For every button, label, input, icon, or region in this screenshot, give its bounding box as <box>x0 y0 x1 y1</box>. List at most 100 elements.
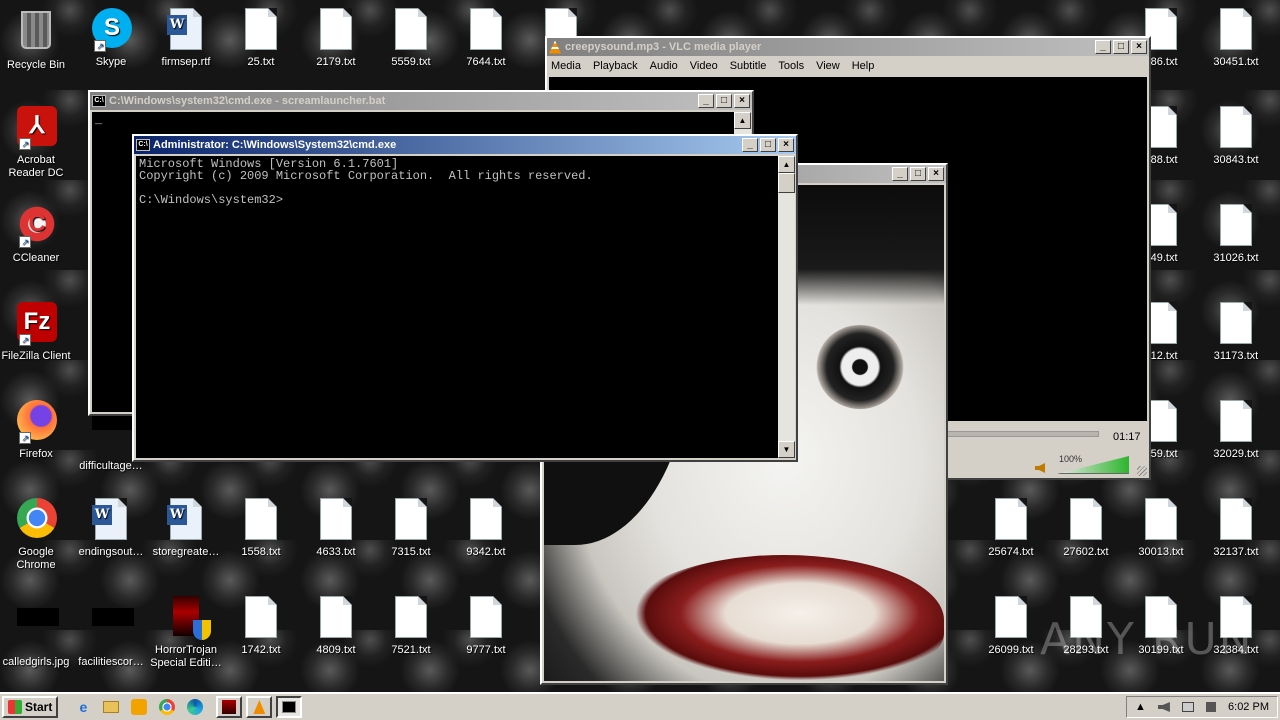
maximize-button[interactable]: □ <box>1113 40 1129 54</box>
desktop-icon-label: Firefox <box>19 448 53 460</box>
tray-expand-icon[interactable]: ▲ <box>1135 701 1146 713</box>
close-button[interactable]: × <box>778 138 794 152</box>
close-button[interactable]: × <box>1131 40 1147 54</box>
menu-playback[interactable]: Playback <box>593 60 638 72</box>
cmd-back-title-bar[interactable]: C:\ C:\Windows\system32\cmd.exe - scream… <box>90 92 752 110</box>
desktop-icon-horrortrojan[interactable]: HorrorTrojan Special Editi… <box>150 596 222 670</box>
desktop-icon-txt[interactable]: 25674.txt <box>975 498 1047 559</box>
desktop-icon-firmsep[interactable]: W firmsep.rtf <box>150 8 222 69</box>
desktop-icon-firefox[interactable]: ↗ Firefox <box>0 400 72 461</box>
windows-flag-icon <box>8 700 22 714</box>
desktop-icon-txt[interactable]: 9342.txt <box>450 498 522 559</box>
desktop-icon-txt[interactable]: 30013.txt <box>1125 498 1197 559</box>
cmd-front-title-bar[interactable]: C:\ Administrator: C:\Windows\System32\c… <box>134 136 796 154</box>
desktop-icon-txt[interactable]: 2179.txt <box>300 8 372 69</box>
desktop-icon-label: Recycle Bin <box>6 59 66 71</box>
media-player-icon[interactable] <box>128 696 150 718</box>
desktop-icon-txt[interactable]: 4809.txt <box>300 596 372 657</box>
desktop-icon-txt[interactable]: 31173.txt <box>1200 302 1272 363</box>
minimize-button[interactable]: _ <box>1095 40 1111 54</box>
desktop-icon-txt[interactable]: 31026.txt <box>1200 204 1272 265</box>
vlc-menu-bar: Media Playback Audio Video Subtitle Tool… <box>547 56 1149 75</box>
cmd-window-administrator[interactable]: C:\ Administrator: C:\Windows\System32\c… <box>132 134 798 462</box>
minimize-button[interactable]: _ <box>698 94 714 108</box>
desktop-icon-recycle-bin[interactable]: Recycle Bin <box>0 8 72 72</box>
menu-view[interactable]: View <box>816 60 840 72</box>
desktop-icon-txt[interactable]: 7644.txt <box>450 8 522 69</box>
vlc-title-bar[interactable]: creepysound.mp3 - VLC media player _ □ × <box>547 38 1149 56</box>
start-label: Start <box>25 700 53 714</box>
menu-subtitle[interactable]: Subtitle <box>730 60 767 72</box>
menu-media[interactable]: Media <box>551 60 581 72</box>
desktop-icon-chrome[interactable]: Google Chrome <box>0 498 72 572</box>
desktop-icon-txt[interactable]: 32029.txt <box>1200 400 1272 461</box>
chrome-taskbar-icon[interactable] <box>156 696 178 718</box>
desktop-icon-facilitiescor[interactable]: facilitiescor… <box>75 596 147 669</box>
desktop-icon-txt[interactable]: 27602.txt <box>1050 498 1122 559</box>
desktop-icon-storegreate[interactable]: W storegreate… <box>150 498 222 559</box>
desktop-icon-label: 7644.txt <box>466 56 506 68</box>
desktop-icon-txt[interactable]: 30843.txt <box>1200 106 1272 167</box>
close-button[interactable]: × <box>928 167 944 181</box>
desktop-icon-txt[interactable]: 5559.txt <box>375 8 447 69</box>
vlc-seek-bar[interactable] <box>947 431 1099 437</box>
taskbar-button-vlc[interactable] <box>246 696 273 718</box>
scroll-down-arrow-icon[interactable]: ▼ <box>778 441 795 458</box>
minimize-button[interactable]: _ <box>742 138 758 152</box>
desktop-icon-txt[interactable]: 26099.txt <box>975 596 1047 657</box>
word-document-icon: W <box>167 8 205 52</box>
file-icon <box>92 608 134 652</box>
resize-grip-icon[interactable] <box>1137 466 1147 476</box>
recycle-bin-icon <box>17 11 55 55</box>
flag-tray-icon[interactable] <box>1205 702 1216 712</box>
desktop-icon-label: Acrobat Reader DC <box>8 154 64 179</box>
desktop-icon-label: HorrorTrojan Special Editi… <box>150 644 222 669</box>
maximize-button[interactable]: □ <box>910 167 926 181</box>
desktop-icon-txt[interactable]: 4633.txt <box>300 498 372 559</box>
menu-video[interactable]: Video <box>690 60 718 72</box>
cmd-front-console[interactable]: Microsoft Windows [Version 6.1.7601] Copy… <box>136 156 778 458</box>
network-icon[interactable] <box>1181 702 1194 712</box>
desktop-icon-txt[interactable]: 1742.txt <box>225 596 297 657</box>
scroll-up-arrow-icon[interactable]: ▲ <box>734 112 751 129</box>
desktop-icon-acrobat[interactable]: ⅄ ↗ Acrobat Reader DC <box>0 106 72 180</box>
scroll-thumb[interactable] <box>778 173 795 193</box>
desktop-icon-txt[interactable]: 1558.txt <box>225 498 297 559</box>
maximize-button[interactable]: □ <box>716 94 732 108</box>
volume-icon[interactable] <box>1157 702 1170 712</box>
taskbar-button-cmd[interactable] <box>276 696 303 718</box>
edge-icon[interactable] <box>184 696 206 718</box>
desktop-icon-calledgirls[interactable]: calledgirls.jpg <box>0 596 72 669</box>
cmd-front-scrollbar[interactable]: ▲ ▼ <box>778 156 795 458</box>
ccleaner-icon: C ↗ <box>17 204 57 248</box>
folder-icon[interactable] <box>100 696 122 718</box>
ie-icon[interactable]: e <box>72 696 94 718</box>
taskbar-button-horrortrojan[interactable] <box>216 696 243 718</box>
desktop-icon-txt[interactable]: 32137.txt <box>1200 498 1272 559</box>
word-document-icon: W <box>92 498 130 542</box>
close-button[interactable]: × <box>734 94 750 108</box>
scroll-up-arrow-icon[interactable]: ▲ <box>778 156 795 173</box>
desktop-icon-txt[interactable]: 30451.txt <box>1200 8 1272 69</box>
desktop-icon-ccleaner[interactable]: C ↗ CCleaner <box>0 204 72 265</box>
maximize-button[interactable]: □ <box>760 138 776 152</box>
desktop-icon-endingsout[interactable]: W endingsout… <box>75 498 147 559</box>
desktop-icon-txt[interactable]: 7521.txt <box>375 596 447 657</box>
desktop-icon-txt[interactable]: 7315.txt <box>375 498 447 559</box>
menu-help[interactable]: Help <box>852 60 875 72</box>
desktop-icon-txt[interactable]: 25.txt <box>225 8 297 69</box>
desktop-icon-label: 7521.txt <box>391 644 431 656</box>
watermark: ANY RUN <box>1040 614 1254 665</box>
menu-audio[interactable]: Audio <box>650 60 678 72</box>
speaker-icon[interactable] <box>1035 463 1045 473</box>
desktop-icon-skype[interactable]: S ↗ Skype <box>75 8 147 69</box>
desktop-icon-label: FileZilla Client <box>1 350 71 362</box>
desktop-icon-filezilla[interactable]: Fz ↗ FileZilla Client <box>0 302 72 363</box>
minimize-button[interactable]: _ <box>892 167 908 181</box>
console-prompt: C:\Windows\system32> <box>139 193 284 207</box>
text-file-icon <box>1217 400 1255 444</box>
start-button[interactable]: Start <box>2 696 59 718</box>
menu-tools[interactable]: Tools <box>778 60 804 72</box>
clock[interactable]: 6:02 PM <box>1228 701 1269 713</box>
desktop-icon-txt[interactable]: 9777.txt <box>450 596 522 657</box>
